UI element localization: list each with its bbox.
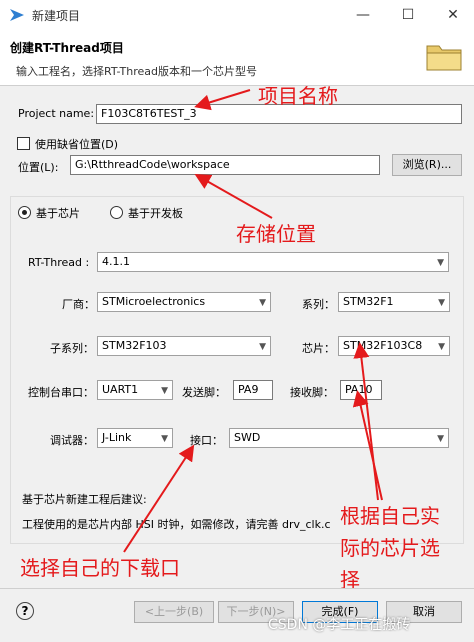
dialog-title: 创建RT-Thread项目 — [10, 41, 124, 55]
chevron-down-icon: ▼ — [438, 342, 445, 352]
window-title: 新建项目 — [32, 9, 81, 23]
debugger-label: 调试器： — [50, 434, 94, 447]
annotation-location: 存储位置 — [236, 222, 316, 246]
rt-thread-icon — [9, 8, 25, 25]
debugger-select[interactable]: J-Link ▼ — [97, 428, 173, 448]
series-select[interactable]: STM32F1 ▼ — [338, 292, 450, 312]
chevron-down-icon: ▼ — [259, 342, 266, 352]
dialog-header: 创建RT-Thread项目 输入工程名，选择RT-Thread版本和一个芯片型号 — [0, 30, 474, 86]
interface-select[interactable]: SWD ▼ — [229, 428, 449, 448]
advice-title: 基于芯片新建工程后建议: — [22, 493, 147, 506]
browse-button[interactable]: 浏览(R)... — [392, 154, 462, 176]
maximize-button[interactable]: ☐ — [397, 4, 419, 26]
use-default-location-label: 使用缺省位置(D) — [35, 138, 119, 151]
use-default-location-checkbox[interactable] — [17, 137, 30, 150]
rx-pin-input[interactable]: PA10 — [340, 380, 382, 400]
project-name-label: Project name: — [18, 107, 95, 120]
console-port-label: 控制台串口： — [28, 386, 94, 399]
watermark: CSDN @李工正在搬砖 — [268, 617, 411, 633]
help-icon[interactable]: ? — [16, 602, 34, 620]
chip-select[interactable]: STM32F103C8 ▼ — [338, 336, 450, 356]
title-bar: 新建项目 — ☐ ✕ — [0, 0, 474, 30]
folder-icon — [425, 40, 463, 75]
vendor-label: 厂商： — [62, 298, 95, 311]
annotation-chip-line2: 际的芯片选 — [340, 536, 440, 560]
series-label: 系列： — [302, 298, 335, 311]
location-input[interactable]: G:\RtthreadCode\workspace — [70, 155, 380, 175]
rtthread-version-select[interactable]: 4.1.1 ▼ — [97, 252, 449, 272]
chip-label: 芯片： — [302, 342, 335, 355]
subseries-select[interactable]: STM32F103 ▼ — [97, 336, 271, 356]
tx-pin-label: 发送脚： — [182, 386, 226, 399]
rtthread-version-label: RT-Thread : — [28, 256, 90, 269]
chevron-down-icon: ▼ — [259, 298, 266, 308]
rx-pin-label: 接收脚： — [290, 386, 334, 399]
back-button[interactable]: <上一步(B) — [134, 601, 214, 623]
tx-pin-input[interactable]: PA9 — [233, 380, 273, 400]
chevron-down-icon: ▼ — [161, 386, 168, 396]
subseries-label: 子系列： — [50, 342, 94, 355]
dialog-description: 输入工程名，选择RT-Thread版本和一个芯片型号 — [16, 65, 257, 78]
minimize-button[interactable]: — — [352, 4, 374, 26]
chevron-down-icon: ▼ — [438, 298, 445, 308]
console-port-select[interactable]: UART1 ▼ — [97, 380, 173, 400]
annotation-project-name: 项目名称 — [258, 84, 338, 108]
chevron-down-icon: ▼ — [437, 434, 444, 444]
close-button[interactable]: ✕ — [442, 4, 464, 26]
advice-text: 工程使用的是芯片内部 HSI 时钟，如需修改，请完善 drv_clk.c — [22, 518, 331, 531]
location-label: 位置(L): — [18, 161, 59, 174]
chevron-down-icon: ▼ — [161, 434, 168, 444]
interface-label: 接口： — [190, 434, 223, 447]
chevron-down-icon: ▼ — [437, 258, 444, 268]
annotation-chip-line1: 根据自己实 — [340, 504, 440, 528]
annotation-interface: 选择自己的下载口 — [20, 556, 180, 580]
vendor-select[interactable]: STMicroelectronics ▼ — [97, 292, 271, 312]
